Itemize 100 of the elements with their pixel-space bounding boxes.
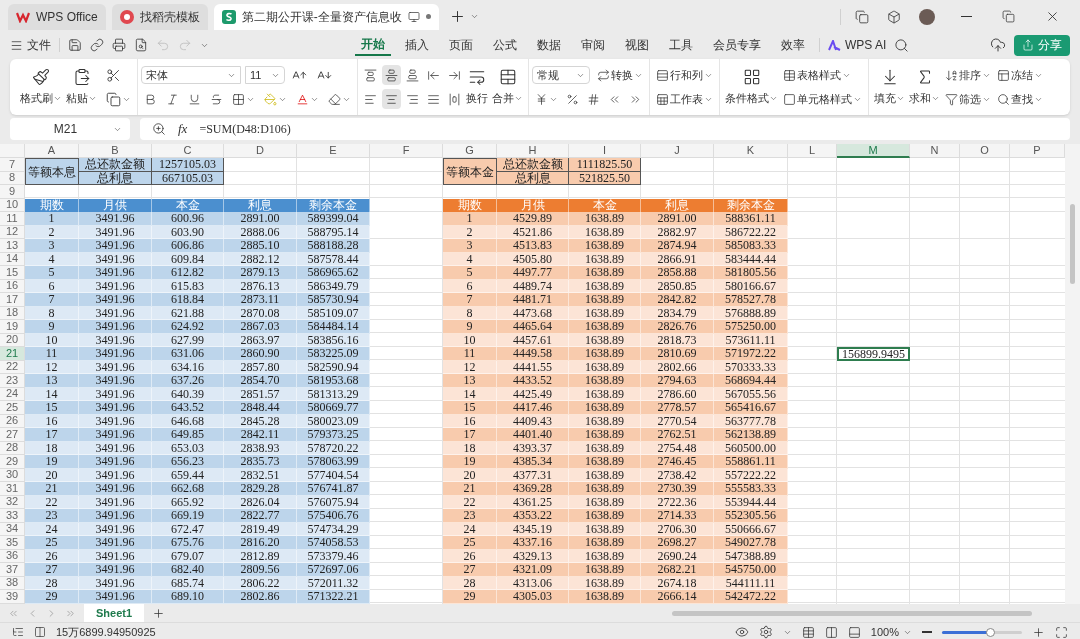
ribbon-tab[interactable]: 数据 xyxy=(531,34,567,56)
name-box[interactable]: M21 xyxy=(10,118,130,140)
column-label[interactable]: D xyxy=(224,144,297,158)
row-number[interactable]: 35 xyxy=(0,536,25,550)
document-tab[interactable]: 找稻壳模板 xyxy=(111,3,208,30)
freeze-button[interactable]: 冻结 xyxy=(994,65,1046,85)
table-cell: 21 xyxy=(25,482,79,496)
font-select[interactable]: 宋体 xyxy=(141,66,241,84)
column-label[interactable]: P xyxy=(1010,144,1065,158)
column-label[interactable]: L xyxy=(788,144,837,158)
row-number[interactable]: 13 xyxy=(0,239,25,253)
number-format-select[interactable]: 常规 xyxy=(532,66,590,84)
column-label[interactable]: J xyxy=(641,144,714,158)
vertical-scrollbar[interactable] xyxy=(1065,144,1080,604)
worksheet-button[interactable]: 工作表 xyxy=(653,89,716,109)
ribbon-tab[interactable]: 插入 xyxy=(399,34,435,56)
sheet-tab[interactable]: Sheet1 xyxy=(84,604,145,622)
row-number[interactable]: 15 xyxy=(0,266,25,280)
font-size-select[interactable]: 11 xyxy=(245,66,285,84)
formula-field[interactable]: fx =SUM(D48:D106) xyxy=(140,118,1070,140)
table-cell: 1638.89 xyxy=(569,293,641,307)
column-label[interactable]: A xyxy=(25,144,79,158)
row-number[interactable]: 19 xyxy=(0,320,25,334)
table-cell: 689.10 xyxy=(152,590,224,604)
freeze-icon xyxy=(997,68,1010,82)
file-menu-button[interactable]: 文件 xyxy=(10,36,51,54)
ribbon-tab[interactable]: 开始 xyxy=(355,34,391,56)
avatar[interactable] xyxy=(919,8,935,25)
merge-button[interactable]: 合并 xyxy=(490,67,525,107)
row-number[interactable]: 21 xyxy=(0,347,25,361)
table-style-button[interactable]: 表格样式 xyxy=(780,65,865,85)
ribbon-tab[interactable]: 效率 xyxy=(775,34,811,56)
zoom-slider[interactable] xyxy=(942,630,1022,634)
conditional-format-button[interactable]: 条件格式 xyxy=(723,67,780,107)
table-cell: 3491.96 xyxy=(79,455,152,469)
ribbon-tab[interactable]: 视图 xyxy=(619,34,655,56)
fill-button[interactable]: 填充 xyxy=(872,67,907,107)
zoom-select[interactable]: 100% xyxy=(870,623,912,639)
column-label[interactable]: G xyxy=(443,144,497,158)
row-number[interactable]: 33 xyxy=(0,509,25,523)
align-button[interactable] xyxy=(382,65,401,85)
align-button[interactable] xyxy=(382,89,401,109)
document-tab[interactable]: WPS Office xyxy=(8,3,106,30)
row-number[interactable]: 37 xyxy=(0,563,25,577)
row-number[interactable]: 23 xyxy=(0,374,25,388)
column-label[interactable]: H xyxy=(497,144,569,158)
ribbon-tab[interactable]: 页面 xyxy=(443,34,479,56)
ai-button[interactable]: WPS AI xyxy=(828,36,887,54)
row-number[interactable]: 27 xyxy=(0,428,25,442)
sum-button[interactable]: 求和 xyxy=(907,67,942,107)
table-cell: 4497.77 xyxy=(497,266,569,280)
table-cell: 612.82 xyxy=(152,266,224,280)
convert-button[interactable]: 转换 xyxy=(594,65,646,85)
table-cell: 1638.89 xyxy=(569,374,641,388)
find-button[interactable]: 查找 xyxy=(994,89,1046,109)
selected-cell[interactable]: 156899.9495 xyxy=(837,347,910,361)
column-label[interactable]: K xyxy=(714,144,788,158)
table-cell: 4433.52 xyxy=(497,374,569,388)
document-tab[interactable]: 第二期公开课-全量资产信息收 xyxy=(213,3,439,30)
column-label[interactable]: M xyxy=(837,144,910,158)
paste-button[interactable]: 粘贴 xyxy=(64,67,99,107)
table-cell: 27 xyxy=(25,563,79,577)
row-number[interactable]: 39 xyxy=(0,590,25,604)
sort-button[interactable]: 排序 xyxy=(942,65,994,85)
table-cell: 3491.96 xyxy=(79,563,152,577)
table-cell: 4321.09 xyxy=(497,563,569,577)
column-label[interactable]: B xyxy=(79,144,152,158)
format-painter-button[interactable]: 格式刷 xyxy=(18,67,64,107)
row-number[interactable]: 11 xyxy=(0,212,25,226)
ribbon-tab[interactable]: 会员专享 xyxy=(707,34,767,56)
row-number[interactable]: 9 xyxy=(0,185,25,199)
row-number[interactable]: 31 xyxy=(0,482,25,496)
scissors-icon xyxy=(106,67,121,83)
column-label[interactable]: N xyxy=(910,144,960,158)
row-number[interactable]: 17 xyxy=(0,293,25,307)
wrap-text-button[interactable]: 换行 xyxy=(464,67,490,107)
row-number[interactable]: 29 xyxy=(0,455,25,469)
ribbon-tab[interactable]: 公式 xyxy=(487,34,523,56)
slider-thumb[interactable] xyxy=(986,627,995,637)
merged-title-cell: 等额本金 xyxy=(443,158,497,185)
row-number[interactable]: 7 xyxy=(0,158,25,172)
rows-columns-button[interactable]: 行和列 xyxy=(653,65,716,85)
filter-button[interactable]: 筛选 xyxy=(942,89,994,109)
share-button[interactable]: 分享 xyxy=(1014,34,1070,56)
table-cell: 579373.25 xyxy=(297,428,370,442)
column-label[interactable]: O xyxy=(960,144,1010,158)
table-cell: 25 xyxy=(443,536,497,550)
column-label[interactable]: E xyxy=(297,144,370,158)
ribbon-tab[interactable]: 审阅 xyxy=(575,34,611,56)
copy-icon xyxy=(106,91,121,107)
function-label[interactable]: fx xyxy=(178,119,188,139)
column-label[interactable]: I xyxy=(569,144,641,158)
outdent-icon xyxy=(427,68,440,82)
column-label[interactable]: C xyxy=(152,144,224,158)
table-cell: 4481.71 xyxy=(497,293,569,307)
cell-style-button[interactable]: 单元格样式 xyxy=(780,89,865,109)
ribbon-tab[interactable]: 工具 xyxy=(663,34,699,56)
align-top-icon xyxy=(364,68,377,82)
row-number[interactable]: 25 xyxy=(0,401,25,415)
column-label[interactable]: F xyxy=(370,144,443,158)
